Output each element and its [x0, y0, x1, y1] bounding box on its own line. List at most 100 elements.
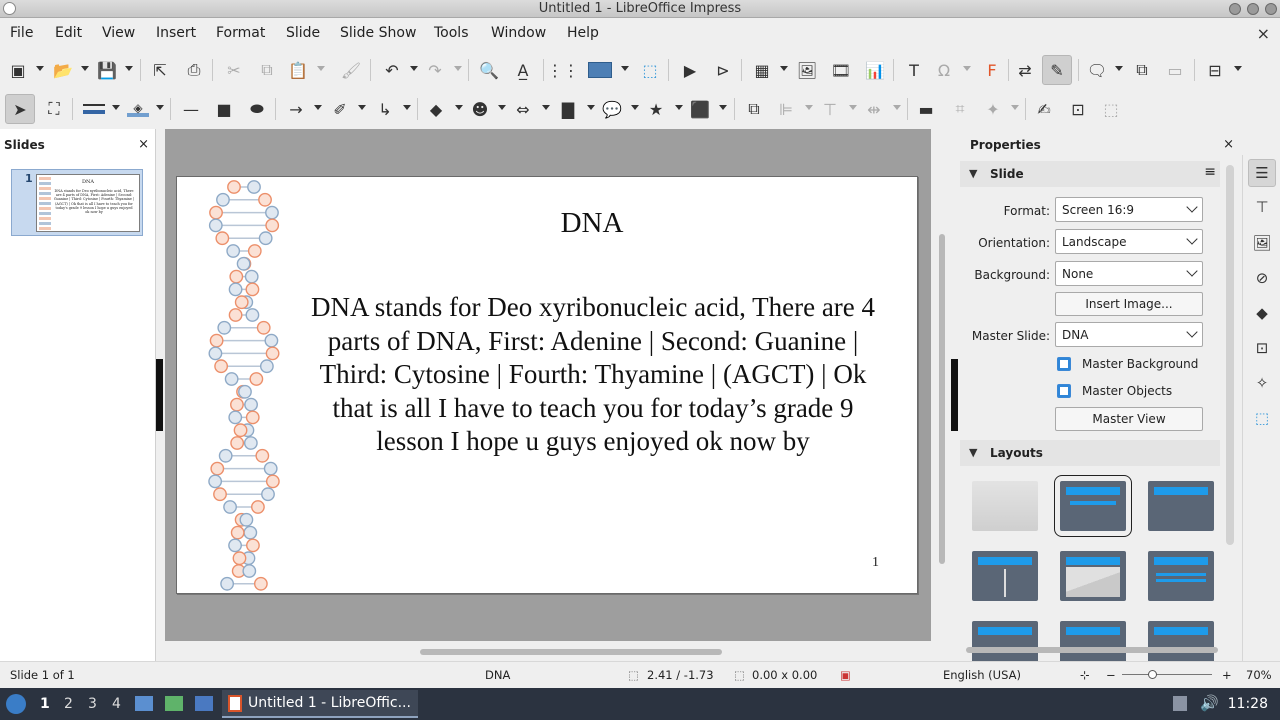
clone-formatting-icon[interactable]: 🖌	[341, 60, 361, 80]
slide-section-header[interactable]: ▼ Slide ≡	[960, 161, 1220, 187]
taskbar-task-impress[interactable]: Untitled 1 - LibreOffic...	[222, 690, 418, 718]
start-from-first-icon[interactable]: ▶	[680, 60, 700, 80]
show-desktop-icon[interactable]	[195, 696, 213, 711]
maximize-icon[interactable]	[1247, 3, 1259, 15]
layout-thumbnail-title-content[interactable]	[1054, 475, 1132, 537]
curves-dropdown-arrow[interactable]	[358, 105, 366, 110]
layout-thumbnail-two-col[interactable]	[972, 551, 1038, 601]
symbol-shapes-icon[interactable]: ☻	[470, 99, 490, 119]
image-viewer-icon[interactable]	[165, 696, 183, 711]
table-dropdown-arrow[interactable]	[780, 66, 788, 71]
slide-transition-icon[interactable]: ⬚	[640, 60, 660, 80]
callouts-dropdown-arrow[interactable]	[631, 105, 639, 110]
fontwork-icon[interactable]: F	[982, 60, 1002, 80]
vertical-scroll-thumb[interactable]	[939, 234, 945, 564]
zoom-out-button[interactable]: −	[1106, 668, 1116, 682]
select-pointer-icon[interactable]: ➤	[5, 94, 35, 124]
3d-objects-icon[interactable]: ⬛	[690, 99, 710, 119]
arrange-dropdown-arrow[interactable]	[849, 105, 857, 110]
filter-dropdown-arrow[interactable]	[1011, 105, 1019, 110]
fill-color-icon[interactable]: ◈	[126, 99, 150, 119]
fill-color-dropdown-arrow[interactable]	[156, 105, 164, 110]
transformations-icon[interactable]: ⧉	[744, 99, 764, 119]
lines-arrows-icon[interactable]: →	[286, 99, 306, 119]
cut-icon[interactable]: ✂	[224, 60, 244, 80]
shapes-deck-icon[interactable]: ◆	[1252, 303, 1272, 323]
open-folder-icon[interactable]: 📂	[53, 60, 73, 80]
symbol-shapes-dropdown-arrow[interactable]	[498, 105, 506, 110]
lines-arrows-dropdown-arrow[interactable]	[314, 105, 322, 110]
properties-deck-icon[interactable]: ☰	[1248, 159, 1276, 187]
align-objects-icon[interactable]: ⊫	[776, 99, 796, 119]
slide-thumbnail-1[interactable]: 1 DNA DNA stands for Deo xyribonucleic a…	[11, 169, 143, 236]
background-select[interactable]: None	[1055, 261, 1203, 286]
horizontal-scroll-thumb[interactable]	[420, 649, 722, 655]
3d-objects-dropdown-arrow[interactable]	[719, 105, 727, 110]
redo-dropdown-arrow[interactable]	[454, 66, 462, 71]
minimize-icon[interactable]	[1229, 3, 1241, 15]
text-box-icon[interactable]: T	[904, 60, 924, 80]
properties-horizontal-scrollbar[interactable]	[966, 647, 1218, 653]
properties-vertical-scrollbar[interactable]	[1226, 165, 1234, 545]
stars-icon[interactable]: ★	[646, 99, 666, 119]
stars-dropdown-arrow[interactable]	[675, 105, 683, 110]
basic-shapes-dropdown-arrow[interactable]	[455, 105, 463, 110]
block-arrows-dropdown-arrow[interactable]	[542, 105, 550, 110]
crop-icon[interactable]: ⌗	[950, 99, 970, 119]
points-edit-icon[interactable]: ✍	[1034, 99, 1054, 119]
menu-format[interactable]: Format	[216, 25, 265, 41]
close-document-icon[interactable]: ×	[1257, 24, 1270, 43]
paste-dropdown-arrow[interactable]	[317, 66, 325, 71]
format-select[interactable]: Screen 16:9	[1055, 197, 1203, 222]
menu-file[interactable]: File	[10, 25, 33, 41]
toggle-extrusion-icon[interactable]: ⬚	[1101, 99, 1121, 119]
animation-deck-icon[interactable]: ✧	[1252, 373, 1272, 393]
curves-polygons-icon[interactable]: ✐	[330, 99, 350, 119]
styles-deck-icon[interactable]: ⬚	[1252, 408, 1272, 428]
undo-icon[interactable]: ↶	[382, 60, 402, 80]
block-arrows-icon[interactable]: ⇔	[513, 99, 533, 119]
ellipse-icon[interactable]: ⬬	[247, 99, 267, 119]
close-slides-pane-icon[interactable]: ×	[138, 137, 149, 152]
slide-transition-deck-icon[interactable]: ⊤	[1252, 197, 1272, 217]
special-character-dropdown-arrow[interactable]	[963, 66, 971, 71]
file-manager-icon[interactable]	[135, 696, 153, 711]
layout-thumbnail-blank[interactable]	[972, 481, 1038, 531]
workspace-1[interactable]: 1	[40, 696, 50, 712]
vertical-scrollbar[interactable]	[935, 129, 949, 641]
print-icon[interactable]: ⎙	[184, 60, 204, 80]
grid-icon[interactable]: ⋮⋮	[547, 60, 579, 80]
chart-icon[interactable]: 📊	[865, 60, 885, 80]
redo-icon[interactable]: ↷	[425, 60, 445, 80]
distribute-dropdown-arrow[interactable]	[893, 105, 901, 110]
master-view-button[interactable]: Master View	[1055, 407, 1203, 431]
workspace-2[interactable]: 2	[64, 696, 73, 712]
menu-slide-show[interactable]: Slide Show	[340, 25, 416, 41]
special-character-icon[interactable]: Ω	[934, 60, 954, 80]
zoom-pan-icon[interactable]: ⛶	[44, 99, 64, 119]
menu-edit[interactable]: Edit	[55, 25, 82, 41]
zoom-slider-track[interactable]	[1122, 674, 1212, 675]
menu-tools[interactable]: Tools	[434, 25, 469, 41]
fit-slide-icon[interactable]: ⊹	[1080, 668, 1090, 682]
slide-1[interactable]: DNA DNA stands for Deo xyribonucleic aci…	[176, 176, 918, 594]
new-slide-icon[interactable]: ▣	[8, 60, 28, 80]
section-menu-icon[interactable]: ≡	[1204, 164, 1216, 180]
layout-thumbnail-title-diag[interactable]	[1060, 551, 1126, 601]
language-status[interactable]: English (USA)	[943, 668, 1021, 682]
connectors-tool-icon[interactable]: ↳	[375, 99, 395, 119]
gallery-deck-icon[interactable]: 🖼	[1252, 233, 1272, 253]
master-slides-deck-icon[interactable]: ⊡	[1252, 338, 1272, 358]
zoom-in-button[interactable]: +	[1222, 668, 1232, 682]
paste-icon[interactable]: 📋	[288, 60, 308, 80]
copy-icon[interactable]: ⧉	[257, 60, 277, 80]
master-background-checkbox[interactable]	[1057, 357, 1071, 371]
show-draw-functions-icon[interactable]: ✎	[1042, 55, 1072, 85]
menu-help[interactable]: Help	[567, 25, 599, 41]
slide-layout-dropdown-arrow[interactable]	[1234, 66, 1242, 71]
close-window-icon[interactable]	[1265, 3, 1277, 15]
close-properties-icon[interactable]: ×	[1223, 137, 1234, 152]
glue-points-icon[interactable]: ⊡	[1068, 99, 1088, 119]
save-icon[interactable]: 💾	[97, 60, 117, 80]
duplicate-slide-icon[interactable]: ▭	[1165, 60, 1185, 80]
